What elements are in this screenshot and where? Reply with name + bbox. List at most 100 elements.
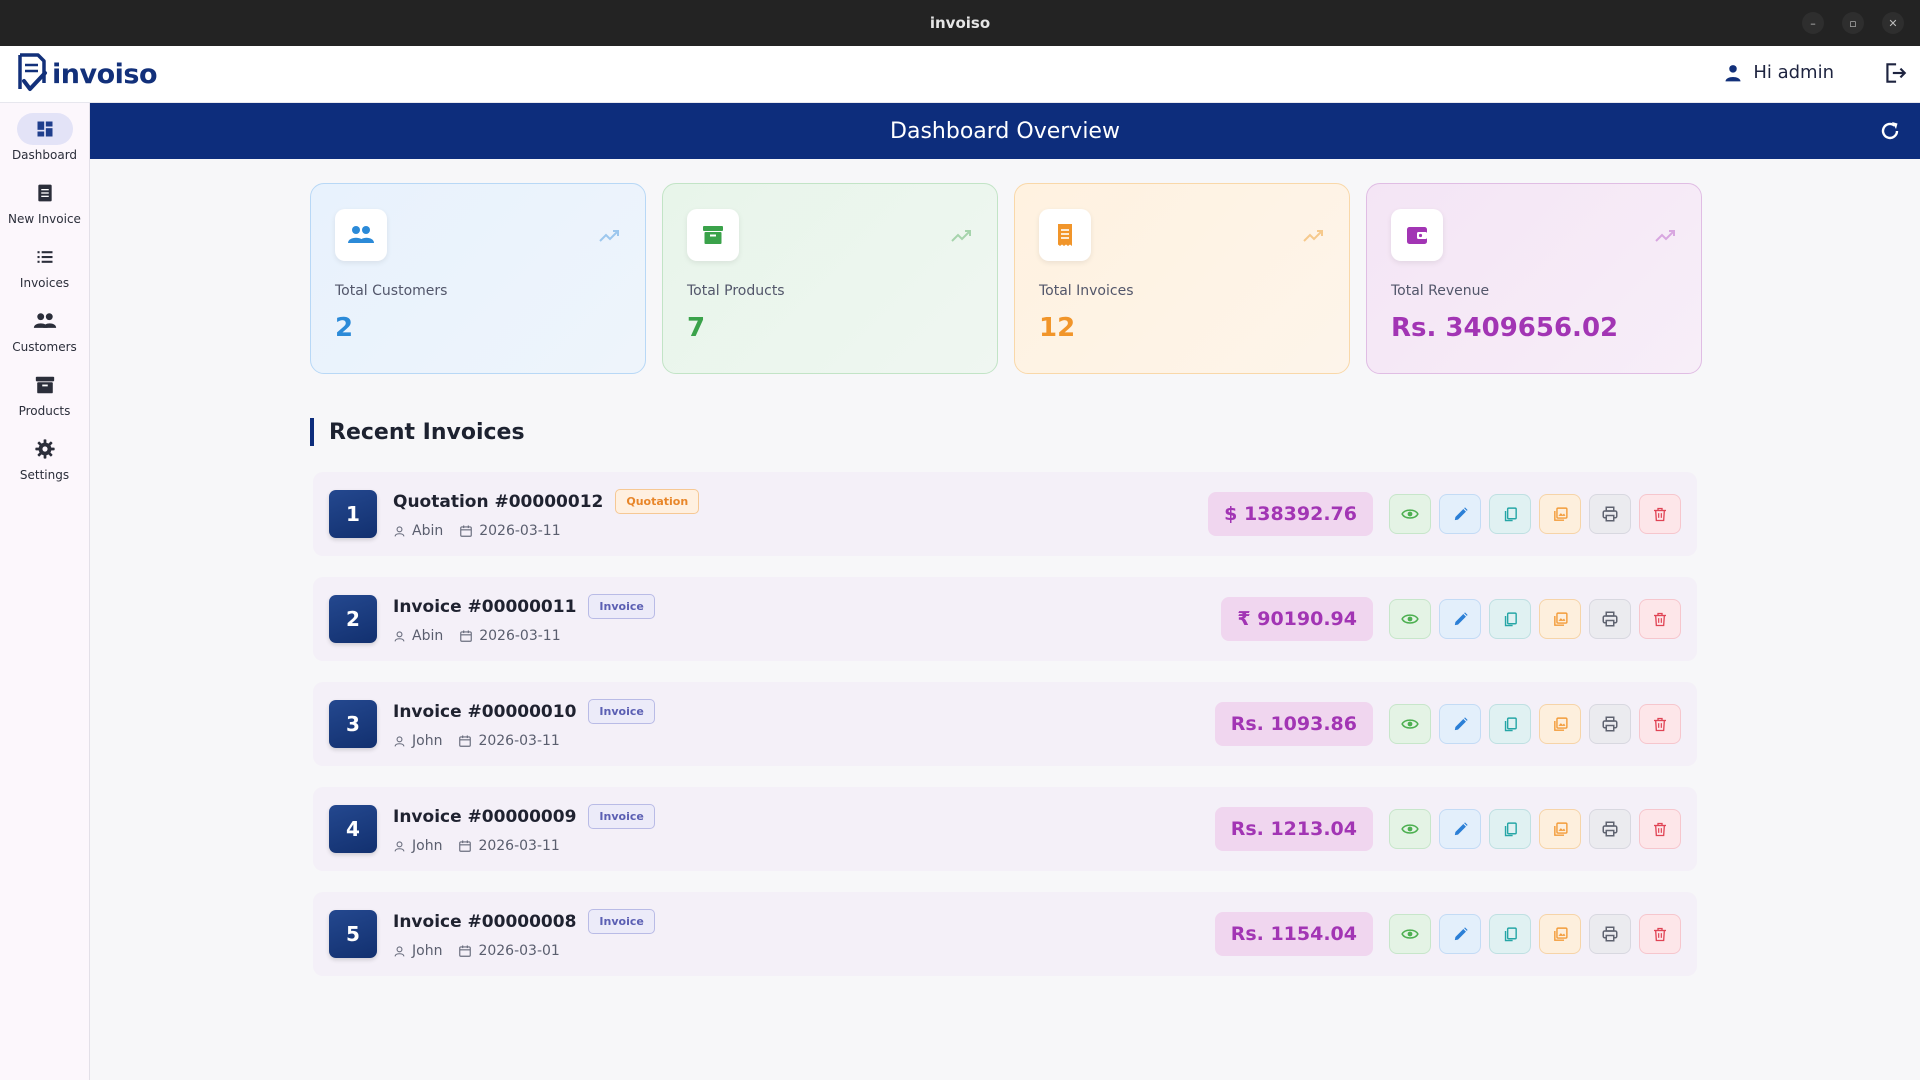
user-greeting: Hi admin — [1753, 62, 1834, 83]
sidebar-item-products[interactable]: Products — [0, 369, 89, 418]
invoice-row[interactable]: 2 Invoice #00000011 Invoice Abin 2026-03… — [313, 577, 1697, 661]
edit-button[interactable] — [1439, 704, 1481, 744]
view-button[interactable] — [1389, 704, 1431, 744]
edit-button[interactable] — [1439, 599, 1481, 639]
print-button[interactable] — [1589, 809, 1631, 849]
export-image-button[interactable] — [1539, 494, 1581, 534]
sidebar-item-customers[interactable]: Customers — [0, 305, 89, 354]
calendar-icon — [460, 525, 473, 537]
invoice-type-badge: Quotation — [615, 489, 700, 514]
logout-icon[interactable] — [1882, 60, 1908, 86]
invoice-amount: Rs. 1154.04 — [1214, 912, 1373, 956]
print-button[interactable] — [1589, 704, 1631, 744]
invoice-customer: John — [412, 838, 443, 854]
invoice-date: 2026-03-11 — [478, 838, 560, 854]
sidebar-item-label: Dashboard — [11, 148, 78, 162]
copy-icon — [1504, 821, 1517, 836]
export-image-button[interactable] — [1539, 914, 1581, 954]
row-index: 1 — [329, 490, 377, 538]
edit-button[interactable] — [1439, 914, 1481, 954]
duplicate-button[interactable] — [1489, 914, 1531, 954]
pencil-icon — [1454, 611, 1468, 625]
invoice-row[interactable]: 3 Invoice #00000010 Invoice John 2026-03… — [313, 682, 1697, 766]
invoice-row[interactable]: 1 Quotation #00000012 Quotation Abin 202… — [313, 472, 1697, 556]
sidebar-item-dashboard[interactable]: Dashboard — [0, 113, 89, 162]
print-button[interactable] — [1589, 599, 1631, 639]
invoice-amount: Rs. 1213.04 — [1214, 807, 1373, 851]
receipt-icon — [1058, 224, 1072, 246]
invoice-customer: John — [412, 733, 443, 749]
sidebar-item-new-invoice[interactable]: New Invoice — [0, 177, 89, 226]
trending-up-icon — [1303, 230, 1323, 242]
eye-icon — [1401, 719, 1419, 729]
view-button[interactable] — [1389, 494, 1431, 534]
sidebar-item-settings[interactable]: Settings — [0, 433, 89, 482]
people-icon — [348, 226, 374, 243]
print-button[interactable] — [1589, 494, 1631, 534]
export-image-button[interactable] — [1539, 809, 1581, 849]
eye-icon — [1401, 824, 1419, 834]
person-outline-icon — [394, 630, 405, 642]
sidebar-item-label: Settings — [19, 468, 70, 482]
brand-logo: invoiso — [16, 53, 158, 95]
row-actions — [1389, 914, 1681, 954]
trending-up-icon — [599, 230, 619, 242]
row-index: 2 — [329, 595, 377, 643]
edit-button[interactable] — [1439, 494, 1481, 534]
window-title: invoiso — [929, 14, 991, 32]
row-actions — [1389, 494, 1681, 534]
export-image-button[interactable] — [1539, 704, 1581, 744]
stat-label: Total Customers — [335, 283, 448, 299]
window-title-bar: invoiso – ▫ ✕ — [0, 0, 1920, 46]
copy-icon — [1504, 716, 1517, 731]
invoice-amount: Rs. 1093.86 — [1214, 702, 1373, 746]
duplicate-button[interactable] — [1489, 704, 1531, 744]
copy-icon — [1504, 926, 1517, 941]
row-actions — [1389, 809, 1681, 849]
person-outline-icon — [394, 525, 405, 537]
trending-up-icon — [951, 230, 971, 242]
duplicate-button[interactable] — [1489, 809, 1531, 849]
duplicate-button[interactable] — [1489, 494, 1531, 534]
delete-button[interactable] — [1639, 494, 1681, 534]
duplicate-button[interactable] — [1489, 599, 1531, 639]
user-menu[interactable]: Hi admin — [1723, 62, 1834, 83]
refresh-icon[interactable] — [1878, 119, 1902, 143]
delete-button[interactable] — [1639, 809, 1681, 849]
people-icon — [33, 313, 56, 328]
sidebar-item-invoices[interactable]: Invoices — [0, 241, 89, 290]
calendar-icon — [460, 630, 473, 642]
image-icon — [1553, 611, 1568, 626]
invoice-title: Invoice #00000010 — [393, 701, 577, 722]
copy-icon — [1504, 506, 1517, 521]
invoice-row[interactable]: 4 Invoice #00000009 Invoice John 2026-03… — [313, 787, 1697, 871]
stat-label: Total Revenue — [1391, 283, 1490, 299]
stat-label: Total Products — [687, 283, 785, 299]
view-button[interactable] — [1389, 809, 1431, 849]
stat-card-total-invoices: Total Invoices 12 — [1014, 183, 1350, 374]
eye-icon — [1401, 509, 1419, 519]
page-title: Dashboard Overview — [890, 118, 1120, 144]
printer-icon — [1602, 821, 1618, 837]
view-button[interactable] — [1389, 599, 1431, 639]
minimize-icon[interactable]: – — [1802, 12, 1824, 34]
person-outline-icon — [394, 840, 405, 852]
maximize-icon[interactable]: ▫ — [1842, 12, 1864, 34]
delete-button[interactable] — [1639, 914, 1681, 954]
print-button[interactable] — [1589, 914, 1631, 954]
invoice-date: 2026-03-11 — [479, 628, 561, 644]
edit-button[interactable] — [1439, 809, 1481, 849]
invoice-row[interactable]: 5 Invoice #00000008 Invoice John 2026-03… — [313, 892, 1697, 976]
delete-button[interactable] — [1639, 704, 1681, 744]
delete-button[interactable] — [1639, 599, 1681, 639]
calendar-icon — [459, 945, 472, 957]
view-button[interactable] — [1389, 914, 1431, 954]
trash-icon — [1654, 822, 1666, 836]
trash-icon — [1654, 612, 1666, 626]
export-image-button[interactable] — [1539, 599, 1581, 639]
printer-icon — [1602, 926, 1618, 942]
person-outline-icon — [394, 945, 405, 957]
close-icon[interactable]: ✕ — [1882, 12, 1904, 34]
stat-value: 7 — [687, 313, 706, 343]
invoice-date: 2026-03-11 — [478, 733, 560, 749]
